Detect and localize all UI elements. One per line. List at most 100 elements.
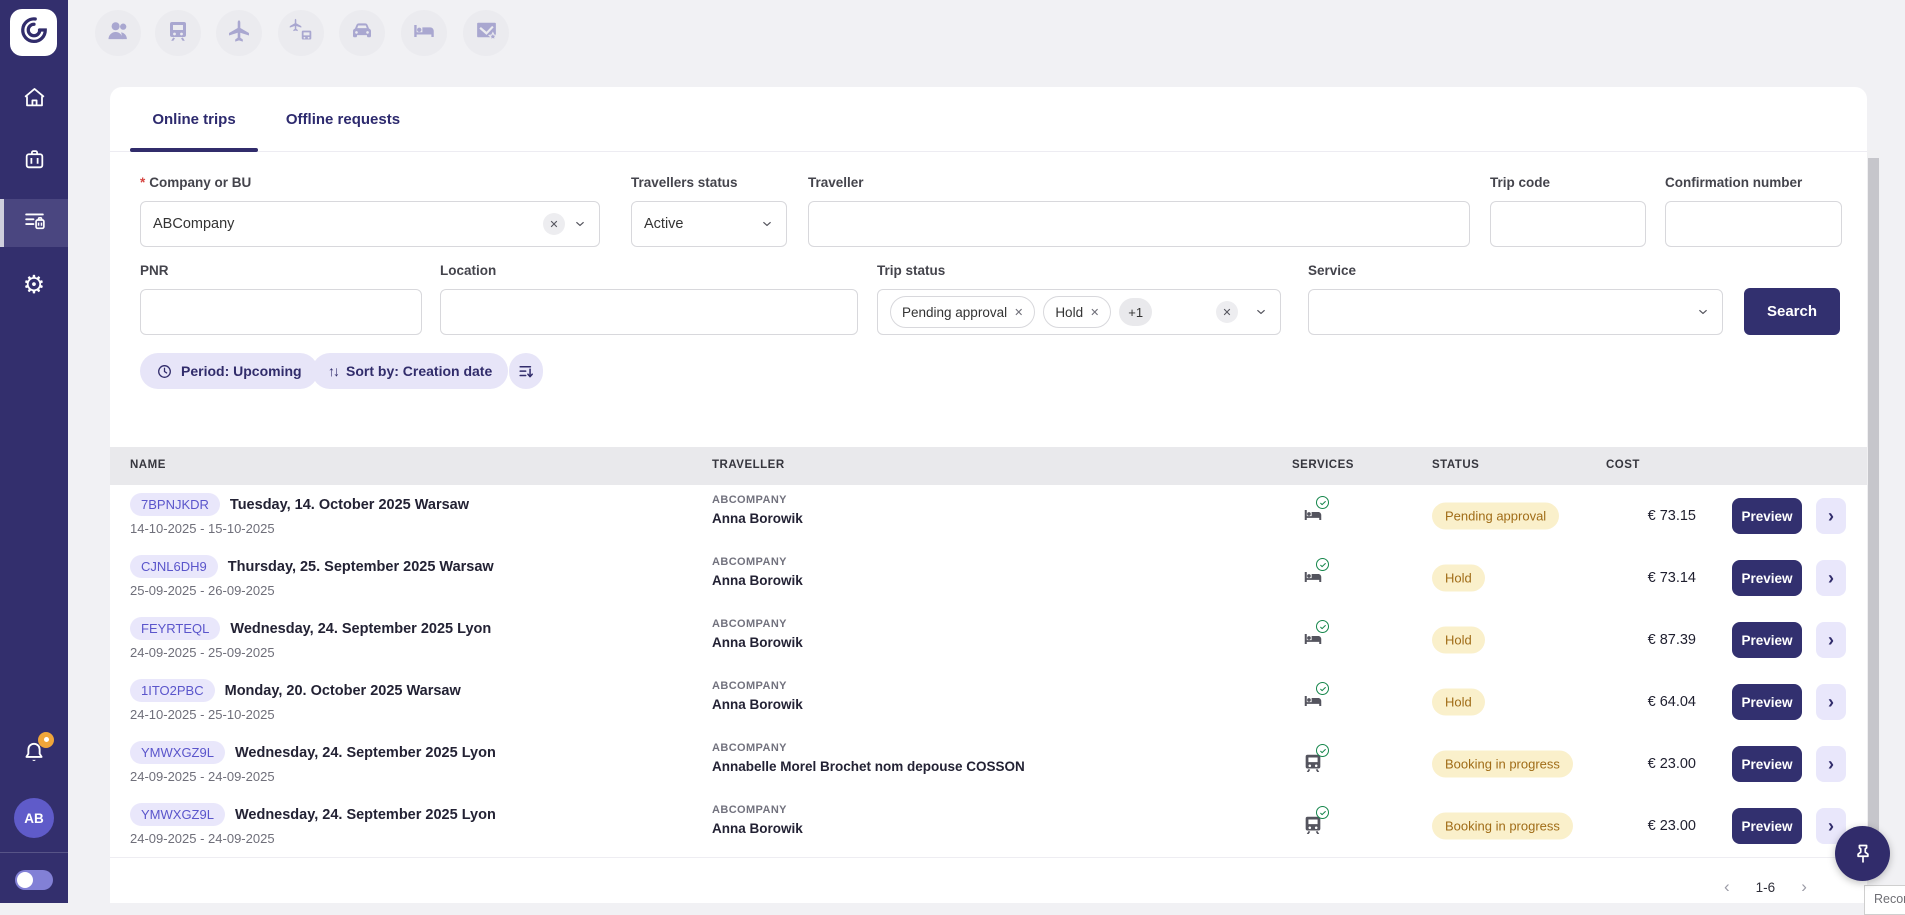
table-row[interactable]: 1ITO2PBC Monday, 20. October 2025 Warsaw… xyxy=(110,671,1867,734)
traveller-cell: ABCOMPANY Anna Borowik xyxy=(712,804,803,836)
traveller-cell: ABCOMPANY Anna Borowik xyxy=(712,680,803,712)
notifications-button[interactable] xyxy=(0,731,68,779)
status-badge: Hold xyxy=(1432,627,1485,654)
check-circle-icon xyxy=(1316,744,1329,757)
confirmation-number-input[interactable] xyxy=(1665,201,1842,247)
toolbar-travellers-button[interactable] xyxy=(95,10,141,56)
chevron-down-icon xyxy=(573,217,587,231)
sidebar-item-trips[interactable] xyxy=(0,138,68,186)
preview-button[interactable]: Preview xyxy=(1732,746,1802,782)
chevron-left-icon[interactable]: ‹ xyxy=(1724,877,1730,897)
trip-code-input[interactable] xyxy=(1490,201,1646,247)
traveller-input[interactable] xyxy=(808,201,1470,247)
tab-offline-requests[interactable]: Offline requests xyxy=(268,87,418,151)
check-circle-icon xyxy=(1316,806,1329,819)
pagination: ‹ 1-6 › xyxy=(1724,877,1807,897)
preview-button[interactable]: Preview xyxy=(1732,622,1802,658)
bookings-list-icon xyxy=(22,208,47,238)
hotel-icon xyxy=(1302,504,1326,528)
traveller-company: ABCOMPANY xyxy=(712,680,803,692)
table-row[interactable]: CJNL6DH9 Thursday, 25. September 2025 Wa… xyxy=(110,547,1867,610)
toolbar-transfer-button[interactable] xyxy=(278,10,324,56)
trip-dates: 24-09-2025 - 25-09-2025 xyxy=(130,645,491,660)
sidebar-item-settings[interactable]: ⚙ xyxy=(0,261,68,309)
user-avatar[interactable]: AB xyxy=(14,798,54,838)
company-select[interactable]: ABCompany ✕ xyxy=(140,201,600,247)
remove-chip-icon[interactable]: ✕ xyxy=(1014,306,1023,319)
col-cost: COST xyxy=(1606,459,1640,471)
bell-icon xyxy=(21,740,47,771)
clear-icon[interactable]: ✕ xyxy=(543,213,565,235)
trip-title: Monday, 20. October 2025 Warsaw xyxy=(225,683,461,699)
chevron-down-icon xyxy=(760,217,774,231)
toolbar-car-button[interactable] xyxy=(339,10,385,56)
trip-code-label: Trip code xyxy=(1490,175,1550,190)
trip-code-badge[interactable]: 1ITO2PBC xyxy=(130,679,215,702)
tab-online-trips[interactable]: Online trips xyxy=(130,87,258,151)
trip-status-multiselect[interactable]: Pending approval✕ Hold✕ +1 ✕ xyxy=(877,289,1281,335)
service-select[interactable] xyxy=(1308,289,1723,335)
status-badge: Hold xyxy=(1432,689,1485,716)
clear-icon[interactable]: ✕ xyxy=(1216,301,1238,323)
trip-dates: 24-09-2025 - 24-09-2025 xyxy=(130,831,496,846)
app-logo[interactable] xyxy=(10,9,57,56)
travellers-status-value: Active xyxy=(644,216,760,232)
trip-code-badge[interactable]: YMWXGZ9L xyxy=(130,803,225,826)
trip-code-badge[interactable]: 7BPNJKDR xyxy=(130,493,220,516)
table-row[interactable]: FEYRTEQL Wednesday, 24. September 2025 L… xyxy=(110,609,1867,672)
preview-button[interactable]: Preview xyxy=(1732,498,1802,534)
plane-icon xyxy=(226,18,252,49)
traveller-company: ABCOMPANY xyxy=(712,494,803,506)
chevron-down-icon xyxy=(1696,305,1710,319)
records-tooltip-fragment: Recor xyxy=(1864,885,1905,915)
toolbar-approvals-button[interactable] xyxy=(463,10,509,56)
toolbar-flight-button[interactable] xyxy=(216,10,262,56)
check-circle-icon xyxy=(1316,682,1329,695)
sidebar-item-home[interactable] xyxy=(0,76,68,124)
period-filter-button[interactable]: Period: Upcoming xyxy=(140,353,318,389)
preview-button[interactable]: Preview xyxy=(1732,684,1802,720)
chevron-right-icon[interactable]: › xyxy=(1801,877,1807,897)
toolbar-hotel-button[interactable] xyxy=(401,10,447,56)
row-expand-button[interactable]: › xyxy=(1816,684,1846,720)
required-asterisk: * xyxy=(140,175,145,190)
toolbar-rail-button[interactable] xyxy=(155,10,201,56)
more-chips-badge[interactable]: +1 xyxy=(1119,298,1152,326)
sidebar-item-bookings-list[interactable] xyxy=(0,199,68,247)
trip-status-chip[interactable]: Hold✕ xyxy=(1043,296,1111,328)
trip-status-chip[interactable]: Pending approval✕ xyxy=(890,296,1035,328)
sort-by-button[interactable]: ↑↓ Sort by: Creation date xyxy=(312,353,508,389)
row-expand-button[interactable]: › xyxy=(1816,560,1846,596)
travellers-status-select[interactable]: Active xyxy=(631,201,787,247)
briefcase-icon xyxy=(22,147,47,177)
pin-fab-button[interactable] xyxy=(1835,826,1890,881)
trip-code-badge[interactable]: YMWXGZ9L xyxy=(130,741,225,764)
table-row[interactable]: 7BPNJKDR Tuesday, 14. October 2025 Warsa… xyxy=(110,485,1867,548)
traveller-company: ABCOMPANY xyxy=(712,804,803,816)
location-input[interactable] xyxy=(440,289,858,335)
trip-cost: € 23.00 xyxy=(1560,756,1696,772)
row-expand-button[interactable]: › xyxy=(1816,746,1846,782)
theme-toggle[interactable] xyxy=(15,870,53,890)
status-badge: Booking in progress xyxy=(1432,751,1573,778)
hotel-icon xyxy=(1302,566,1326,590)
trip-code-badge[interactable]: CJNL6DH9 xyxy=(130,555,218,578)
preview-button[interactable]: Preview xyxy=(1732,808,1802,844)
scrollbar-thumb[interactable] xyxy=(1868,158,1879,863)
traveller-cell: ABCOMPANY Anna Borowik xyxy=(712,494,803,526)
preview-button[interactable]: Preview xyxy=(1732,560,1802,596)
vertical-scrollbar[interactable] xyxy=(1867,150,1880,903)
group-sort-button[interactable] xyxy=(509,353,543,389)
pnr-input[interactable] xyxy=(140,289,422,335)
check-star-icon xyxy=(474,18,499,48)
table-row[interactable]: YMWXGZ9L Wednesday, 24. September 2025 L… xyxy=(110,733,1867,796)
status-badge: Booking in progress xyxy=(1432,813,1573,840)
remove-chip-icon[interactable]: ✕ xyxy=(1090,306,1099,319)
traveller-name: Anna Borowik xyxy=(712,511,803,526)
traveller-label: Traveller xyxy=(808,175,864,190)
row-expand-button[interactable]: › xyxy=(1816,498,1846,534)
row-expand-button[interactable]: › xyxy=(1816,622,1846,658)
search-button[interactable]: Search xyxy=(1744,288,1840,335)
trip-code-badge[interactable]: FEYRTEQL xyxy=(130,617,220,640)
table-row[interactable]: YMWXGZ9L Wednesday, 24. September 2025 L… xyxy=(110,795,1867,858)
